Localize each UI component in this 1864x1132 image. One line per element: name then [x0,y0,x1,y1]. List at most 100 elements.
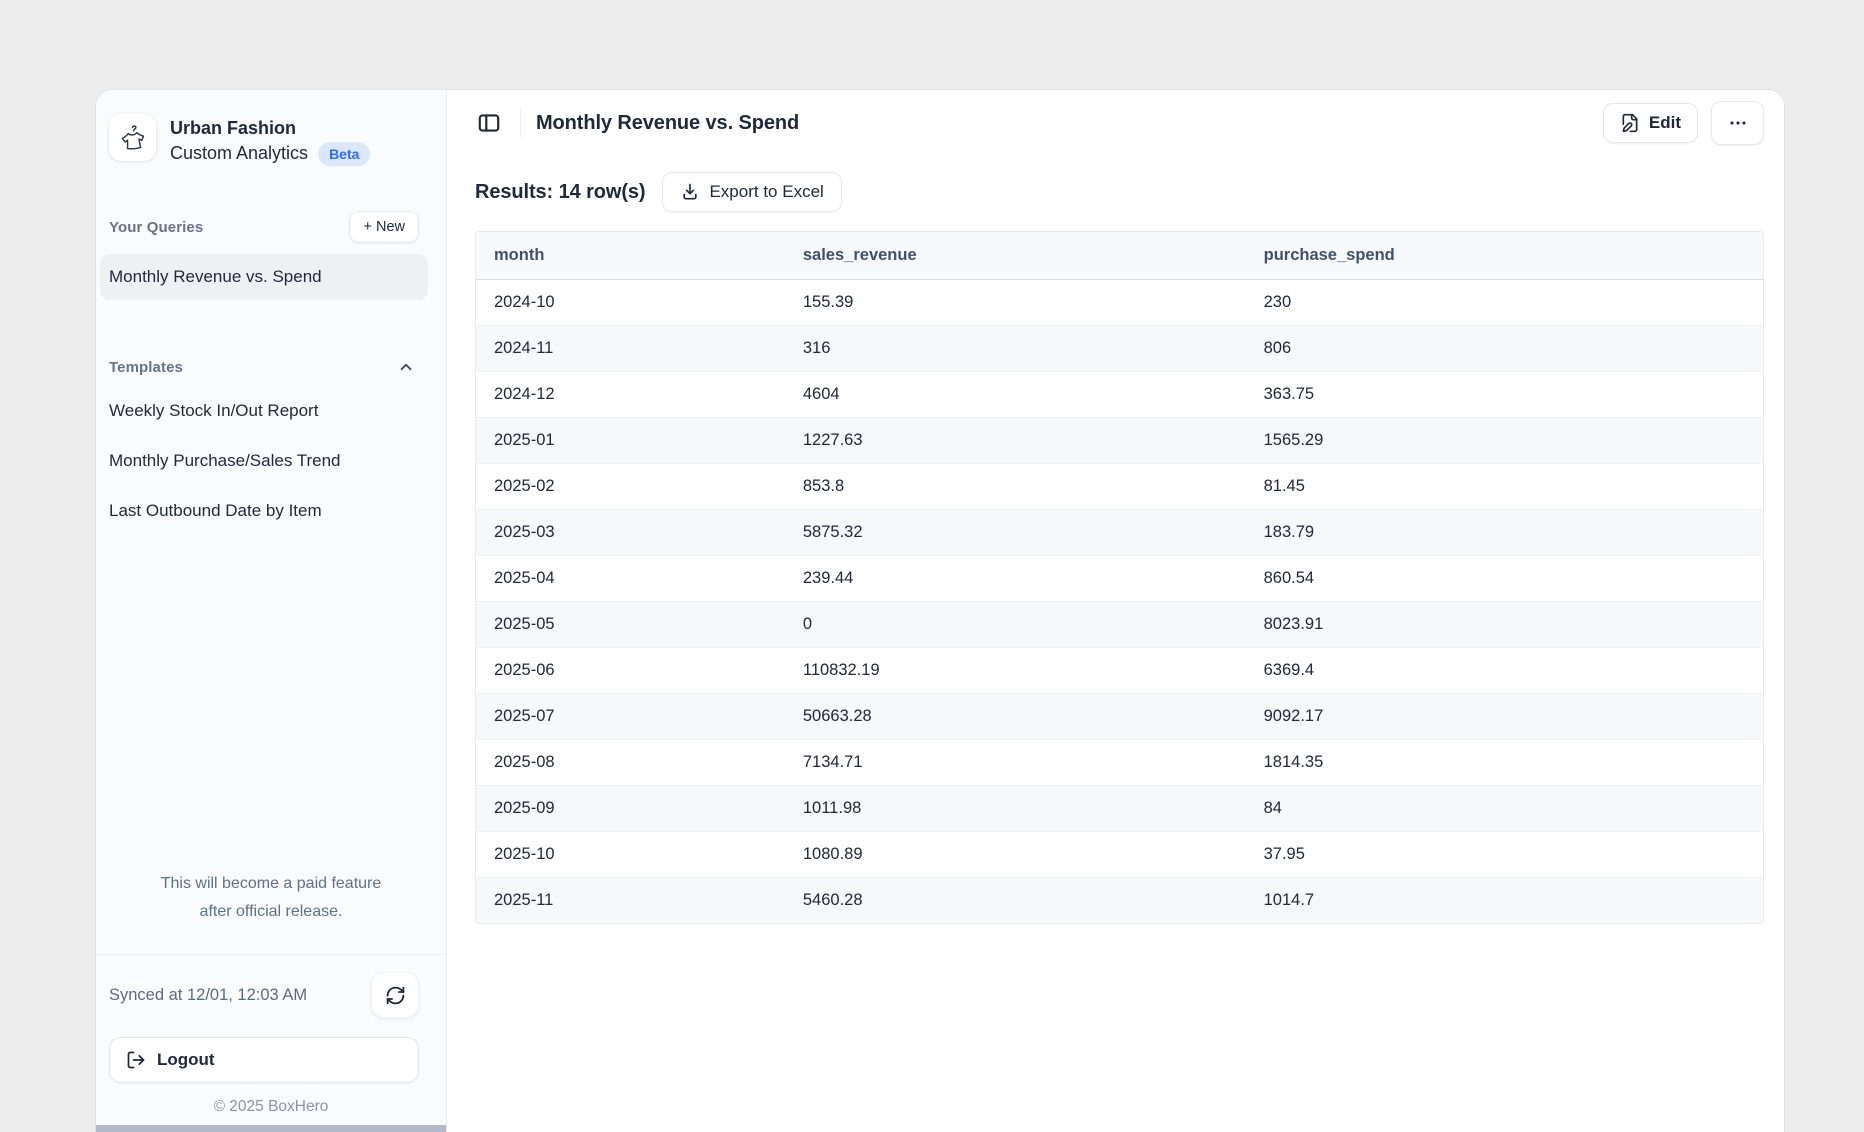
table-cell: 155.39 [785,280,1246,326]
table-row: 2025-115460.281014.7 [476,878,1763,924]
logout-label: Logout [157,1050,215,1070]
table-cell: 2025-08 [476,740,785,786]
table-cell: 316 [785,326,1246,372]
page-header: Monthly Revenue vs. Spend Edit [447,90,1784,154]
table-cell: 7134.71 [785,740,1246,786]
table-row: 2025-091011.9884 [476,786,1763,832]
export-label: Export to Excel [709,182,823,202]
table-cell: 84 [1246,786,1763,832]
table-cell: 2025-07 [476,694,785,740]
paid-feature-note: This will become a paid feature after of… [96,870,446,926]
table-cell: 853.8 [785,464,1246,510]
workspace-header: Urban Fashion Custom Analytics Beta [96,90,446,166]
table-cell: 239.44 [785,556,1246,602]
workspace-titles: Urban Fashion Custom Analytics Beta [170,114,370,166]
table-cell: 363.75 [1246,372,1763,418]
sidebar: Urban Fashion Custom Analytics Beta Your… [96,90,447,1132]
table-cell: 1011.98 [785,786,1246,832]
sync-status-text: Synced at 12/01, 12:03 AM [109,986,307,1005]
sidebar-item-monthly-revenue-vs-spend[interactable]: Monthly Revenue vs. Spend [100,254,428,300]
sidebar-bottom-strip [96,1125,446,1132]
table-cell: 0 [785,602,1246,648]
app-window: Urban Fashion Custom Analytics Beta Your… [96,90,1784,1132]
table-cell: 2025-06 [476,648,785,694]
table-row: 2025-0508023.91 [476,602,1763,648]
main-panel: Monthly Revenue vs. Spend Edit [447,90,1784,1132]
download-icon [680,182,700,202]
table-cell: 2025-01 [476,418,785,464]
table-cell: 50663.28 [785,694,1246,740]
table-cell: 1814.35 [1246,740,1763,786]
table-row: 2025-101080.8937.95 [476,832,1763,878]
edit-icon [1620,113,1640,133]
sidebar-item-monthly-purchase-sales-trend[interactable]: Monthly Purchase/Sales Trend [100,438,428,484]
table-cell: 2025-11 [476,878,785,924]
table-cell: 2025-02 [476,464,785,510]
new-query-button[interactable]: + New [349,211,419,243]
table-cell: 2025-03 [476,510,785,556]
your-queries-header: Your Queries + New [96,210,446,244]
table-cell: 9092.17 [1246,694,1763,740]
results-summary: Results: 14 row(s) [475,181,645,204]
table-row: 2024-10155.39230 [476,280,1763,326]
table-cell: 37.95 [1246,832,1763,878]
results-table-body: 2024-10155.392302024-113168062024-124604… [476,280,1763,924]
workspace-logo [109,114,156,161]
column-header-month: month [476,232,785,280]
panel-left-icon [476,110,502,136]
more-options-button[interactable] [1711,101,1764,145]
your-queries-label: Your Queries [109,219,203,236]
sidebar-toggle-button[interactable] [471,105,507,141]
templates-collapse-button[interactable] [393,354,419,380]
results-bar: Results: 14 row(s) Export to Excel [475,172,1764,212]
sidebar-item-last-outbound-date[interactable]: Last Outbound Date by Item [100,488,428,534]
table-row: 2025-035875.32183.79 [476,510,1763,556]
table-cell: 860.54 [1246,556,1763,602]
refresh-icon [385,985,406,1006]
refresh-button[interactable] [371,972,419,1018]
table-cell: 2025-10 [476,832,785,878]
templates-header: Templates [96,350,446,384]
column-header-sales-revenue: sales_revenue [785,232,1246,280]
logout-button[interactable]: Logout [109,1037,419,1083]
edit-label: Edit [1649,113,1681,133]
table-cell: 5875.32 [785,510,1246,556]
ellipsis-icon [1727,112,1749,134]
sidebar-item-weekly-stock-report[interactable]: Weekly Stock In/Out Report [100,388,428,434]
table-cell: 2025-05 [476,602,785,648]
table-row: 2024-124604363.75 [476,372,1763,418]
logout-icon [126,1050,146,1070]
table-cell: 1565.29 [1246,418,1763,464]
edit-button[interactable]: Edit [1603,103,1698,143]
beta-badge: Beta [318,142,370,166]
header-divider [520,109,521,137]
page-title: Monthly Revenue vs. Spend [536,112,799,135]
export-to-excel-button[interactable]: Export to Excel [662,172,841,212]
results-table-frame: month sales_revenue purchase_spend 2024-… [475,231,1764,924]
table-header-row: month sales_revenue purchase_spend [476,232,1763,280]
table-row: 2025-011227.631565.29 [476,418,1763,464]
table-cell: 110832.19 [785,648,1246,694]
sync-status-row: Synced at 12/01, 12:03 AM [96,954,446,1018]
chevron-up-icon [397,358,415,376]
table-row: 2024-11316806 [476,326,1763,372]
table-cell: 1227.63 [785,418,1246,464]
table-cell: 81.45 [1246,464,1763,510]
paid-feature-note-line2: after official release. [200,903,343,920]
table-cell: 2024-11 [476,326,785,372]
sidebar-spacer [96,534,446,870]
table-cell: 806 [1246,326,1763,372]
product-name: Custom Analytics [170,141,308,166]
tshirt-icon [116,121,150,155]
table-row: 2025-04239.44860.54 [476,556,1763,602]
table-row: 2025-02853.881.45 [476,464,1763,510]
copyright-text: © 2025 BoxHero [96,1098,446,1116]
results-table: month sales_revenue purchase_spend 2024-… [476,232,1763,923]
table-cell: 1080.89 [785,832,1246,878]
templates-label: Templates [109,359,183,376]
table-cell: 2024-10 [476,280,785,326]
table-cell: 8023.91 [1246,602,1763,648]
table-cell: 183.79 [1246,510,1763,556]
column-header-purchase-spend: purchase_spend [1246,232,1763,280]
table-cell: 2025-09 [476,786,785,832]
